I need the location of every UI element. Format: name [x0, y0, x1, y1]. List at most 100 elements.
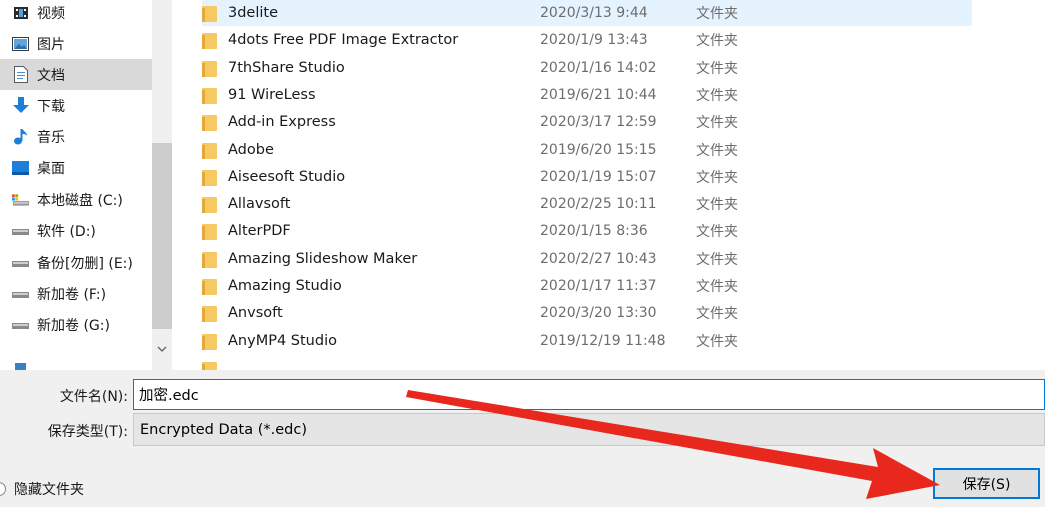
- file-row[interactable]: Aiseesoft Studio 2020/1/19 15:07 文件夹: [202, 163, 972, 190]
- nav-label: 软件 (D:): [37, 223, 96, 240]
- drive-icon: [12, 316, 29, 333]
- collapse-icon: [0, 482, 10, 496]
- nav-item-videos[interactable]: 视频: [0, 0, 152, 28]
- file-row[interactable]: AlterPDF 2020/1/15 8:36 文件夹: [202, 217, 972, 244]
- file-date: 2020/2/27 10:43: [540, 250, 657, 267]
- file-name: AnyMP4 Studio: [228, 332, 337, 349]
- file-name: 91 WireLess: [228, 86, 316, 103]
- nav-item-network-partial[interactable]: [0, 348, 152, 370]
- nav-item-local-disk-c[interactable]: 本地磁盘 (C:): [0, 184, 152, 215]
- hide-folders-toggle[interactable]: 隐藏文件夹: [0, 478, 84, 500]
- folder-icon: [202, 332, 218, 350]
- file-row-partial[interactable]: [202, 355, 972, 370]
- file-date: 2020/1/9 13:43: [540, 31, 648, 48]
- file-row[interactable]: Amazing Studio 2020/1/17 11:37 文件夹: [202, 272, 972, 299]
- file-row[interactable]: Anvsoft 2020/3/20 13:30 文件夹: [202, 299, 972, 326]
- file-row[interactable]: 3delite 2020/3/13 9:44 文件夹: [202, 0, 972, 26]
- nav-label: 视频: [37, 5, 65, 22]
- file-row[interactable]: AnyMP4 Studio 2019/12/19 11:48 文件夹: [202, 327, 972, 354]
- file-type: 文件夹: [696, 142, 738, 159]
- nav-item-desktop[interactable]: 桌面: [0, 152, 152, 183]
- file-name: Add-in Express: [228, 113, 336, 130]
- folder-icon: [202, 250, 218, 268]
- file-name: Amazing Slideshow Maker: [228, 250, 418, 267]
- local-disk-icon: [12, 191, 29, 208]
- nav-item-pictures[interactable]: 图片: [0, 28, 152, 59]
- nav-item-drive-e[interactable]: 备份[勿删] (E:): [0, 247, 152, 278]
- nav-item-drive-g[interactable]: 新加卷 (G:): [0, 309, 152, 340]
- pictures-icon: [12, 35, 29, 52]
- nav-label: 本地磁盘 (C:): [37, 192, 123, 209]
- file-type: 文件夹: [696, 278, 738, 295]
- nav-label: 新加卷 (G:): [37, 317, 110, 334]
- file-date: 2020/1/17 11:37: [540, 277, 657, 294]
- navigation-pane: 视频 图片 文档 下载 音乐 桌面 本地磁盘 (C:) 软件 (D:) 备份[勿…: [0, 0, 152, 370]
- folder-icon: [202, 31, 218, 49]
- file-type: 文件夹: [696, 5, 738, 22]
- file-name: Aiseesoft Studio: [228, 168, 346, 185]
- file-date: 2020/1/16 14:02: [540, 59, 657, 76]
- folder-icon: [202, 141, 218, 159]
- desktop-icon: [12, 159, 29, 176]
- filename-label: 文件名(N):: [59, 389, 128, 405]
- network-icon: [12, 355, 29, 370]
- nav-scrollbar-thumb[interactable]: [152, 143, 172, 329]
- nav-label: 图片: [37, 36, 65, 53]
- chevron-down-icon[interactable]: [156, 344, 168, 356]
- filetype-label: 保存类型(T):: [47, 424, 128, 440]
- file-row[interactable]: 91 WireLess 2019/6/21 10:44 文件夹: [202, 81, 972, 108]
- file-type: 文件夹: [696, 196, 738, 213]
- file-date: 2019/12/19 11:48: [540, 332, 666, 349]
- folder-icon: [202, 360, 218, 370]
- file-type: 文件夹: [696, 32, 738, 49]
- file-row[interactable]: 7thShare Studio 2020/1/16 14:02 文件夹: [202, 54, 972, 81]
- file-type: 文件夹: [696, 333, 738, 350]
- file-name: Anvsoft: [228, 304, 283, 321]
- folder-icon: [202, 168, 218, 186]
- video-icon: [12, 4, 29, 21]
- file-type: 文件夹: [696, 251, 738, 268]
- nav-label: 备份[勿删] (E:): [37, 255, 133, 272]
- drive-icon: [12, 254, 29, 271]
- folder-icon: [202, 304, 218, 322]
- file-row[interactable]: Add-in Express 2020/3/17 12:59 文件夹: [202, 108, 972, 135]
- file-list: 3delite 2020/3/13 9:44 文件夹 4dots Free PD…: [172, 0, 1045, 370]
- file-date: 2020/1/19 15:07: [540, 168, 657, 185]
- folder-icon: [202, 277, 218, 295]
- file-date: 2020/2/25 10:11: [540, 195, 657, 212]
- file-name: Amazing Studio: [228, 277, 342, 294]
- nav-item-documents[interactable]: 文档: [0, 59, 152, 90]
- filetype-select[interactable]: Encrypted Data (*.edc): [133, 413, 1045, 446]
- file-name: Adobe: [228, 141, 274, 158]
- file-row[interactable]: Allavsoft 2020/2/25 10:11 文件夹: [202, 190, 972, 217]
- nav-item-drive-d[interactable]: 软件 (D:): [0, 215, 152, 246]
- nav-label: 新加卷 (F:): [37, 286, 107, 303]
- nav-item-drive-f[interactable]: 新加卷 (F:): [0, 278, 152, 309]
- file-type: 文件夹: [696, 169, 738, 186]
- nav-item-downloads[interactable]: 下载: [0, 90, 152, 121]
- drive-icon: [12, 285, 29, 302]
- nav-item-music[interactable]: 音乐: [0, 121, 152, 152]
- folder-icon: [202, 86, 218, 104]
- downloads-icon: [12, 97, 29, 114]
- filetype-value: Encrypted Data (*.edc): [140, 421, 307, 438]
- file-browser: 视频 图片 文档 下载 音乐 桌面 本地磁盘 (C:) 软件 (D:) 备份[勿…: [0, 0, 1045, 370]
- folder-icon: [202, 113, 218, 131]
- file-name: AlterPDF: [228, 222, 291, 239]
- file-row[interactable]: Adobe 2019/6/20 15:15 文件夹: [202, 136, 972, 163]
- folder-icon: [202, 4, 218, 22]
- file-date: 2019/6/21 10:44: [540, 86, 657, 103]
- nav-label: 下载: [37, 98, 65, 115]
- filename-input[interactable]: [133, 379, 1045, 410]
- drive-icon: [12, 222, 29, 239]
- file-row[interactable]: 4dots Free PDF Image Extractor 2020/1/9 …: [202, 26, 972, 53]
- hide-folders-label: 隐藏文件夹: [14, 482, 84, 498]
- file-row[interactable]: Amazing Slideshow Maker 2020/2/27 10:43 …: [202, 245, 972, 272]
- nav-scrollbar[interactable]: [152, 0, 172, 370]
- file-name: Allavsoft: [228, 195, 291, 212]
- file-date: 2020/1/15 8:36: [540, 222, 648, 239]
- file-date: 2019/6/20 15:15: [540, 141, 657, 158]
- file-name: 4dots Free PDF Image Extractor: [228, 31, 459, 48]
- save-button[interactable]: 保存(S): [933, 468, 1040, 499]
- nav-label: 音乐: [37, 129, 65, 146]
